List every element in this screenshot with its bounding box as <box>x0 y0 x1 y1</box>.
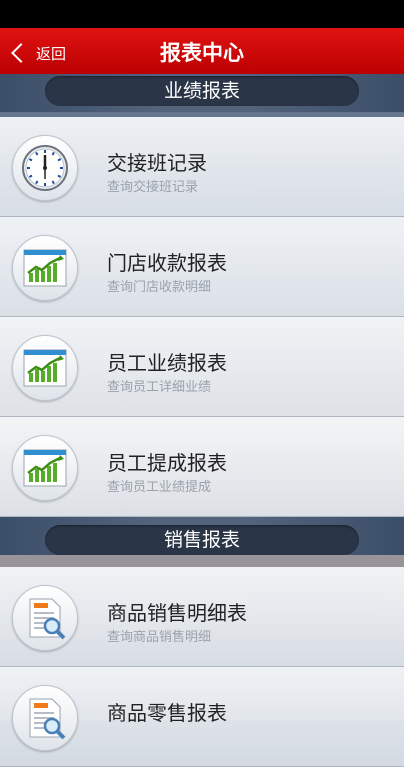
row-title: 门店收款报表 <box>107 251 227 275</box>
row-subtitle: 查询门店收款明细 <box>107 280 212 295</box>
title-bar: 报表中心 返回 <box>0 28 404 78</box>
back-button[interactable]: 返回 <box>8 28 66 78</box>
section-title: 销售报表 <box>45 525 359 555</box>
section-header-sales: 销售报表 <box>0 517 404 555</box>
row-title: 商品零售报表 <box>107 701 227 725</box>
row-title: 交接班记录 <box>107 151 207 175</box>
clock-icon <box>12 135 78 201</box>
row-title: 员工提成报表 <box>107 451 227 475</box>
chart-icon <box>12 435 78 501</box>
document-search-icon <box>12 585 78 651</box>
list-item-product-sales-detail[interactable]: 商品销售明细表 查询商品销售明细 <box>0 567 404 667</box>
row-subtitle: 查询员工详细业绩 <box>107 380 212 395</box>
list-item-employee-performance[interactable]: 员工业绩报表 查询员工详细业绩 <box>0 317 404 417</box>
list-item-product-retail[interactable]: 商品零售报表 <box>0 667 404 767</box>
back-button-label: 返回 <box>36 44 67 63</box>
section-title: 业绩报表 <box>45 76 359 106</box>
list-item-shift-record[interactable]: 交接班记录 查询交接班记录 <box>0 117 404 217</box>
row-subtitle: 查询员工业绩提成 <box>107 480 212 495</box>
chart-icon <box>12 235 78 301</box>
row-title: 员工业绩报表 <box>107 351 227 375</box>
section-header-performance: 业绩报表 <box>0 74 404 112</box>
document-search-icon <box>12 685 78 751</box>
status-bar <box>0 0 404 28</box>
list-item-employee-commission[interactable]: 员工提成报表 查询员工业绩提成 <box>0 417 404 517</box>
chevron-left-icon <box>11 43 31 63</box>
list-item-store-receipts[interactable]: 门店收款报表 查询门店收款明细 <box>0 217 404 317</box>
chart-icon <box>12 335 78 401</box>
row-subtitle: 查询商品销售明细 <box>107 630 212 645</box>
row-subtitle: 查询交接班记录 <box>107 180 199 195</box>
row-title: 商品销售明细表 <box>107 601 247 625</box>
